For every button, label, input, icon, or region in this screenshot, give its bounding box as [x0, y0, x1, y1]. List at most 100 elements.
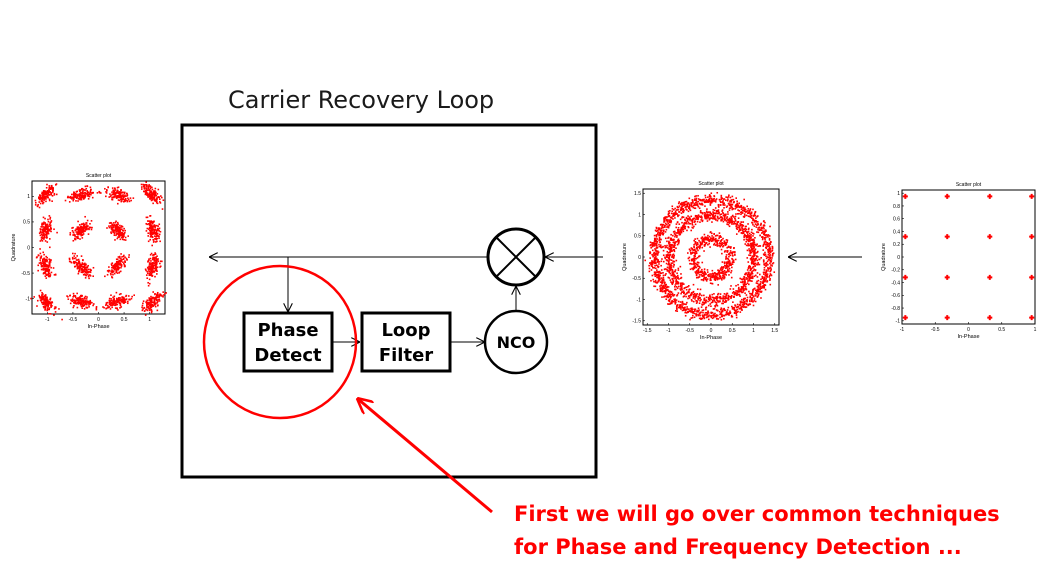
scatter-point	[145, 230, 148, 232]
scatter-point	[679, 288, 682, 290]
scatter-point	[43, 197, 46, 200]
scatter-point	[750, 211, 753, 214]
scatter-point	[87, 195, 90, 197]
scatter-point	[147, 186, 150, 188]
scatter-point	[159, 230, 162, 233]
scatter-point	[690, 203, 693, 206]
scatter-point	[691, 267, 693, 270]
scatter-point	[72, 231, 75, 234]
scatter-point	[118, 227, 121, 230]
scatter-point	[84, 215, 86, 218]
scatter-point	[151, 236, 154, 238]
scatter-point	[126, 200, 129, 203]
scatter-point	[106, 273, 109, 276]
scatter-point	[156, 273, 158, 275]
scatter-point	[763, 271, 765, 274]
scatter-point	[46, 308, 49, 311]
scatter-point	[735, 284, 737, 287]
scatter-point	[119, 234, 122, 236]
scatter-point	[112, 301, 115, 304]
scatter-point	[88, 274, 90, 276]
diagram-title: Carrier Recovery Loop	[228, 86, 494, 114]
scatter-point	[160, 195, 162, 197]
scatter-point	[156, 227, 159, 230]
scatter-point	[124, 261, 126, 263]
scatter-point	[677, 231, 679, 234]
scatter-point	[146, 306, 149, 309]
scatter-point	[745, 214, 748, 217]
scatter-point	[128, 254, 130, 256]
scatter-point	[743, 208, 746, 211]
scatter-point	[660, 289, 662, 292]
scatter-point	[648, 264, 650, 267]
scatter-point	[657, 266, 659, 269]
scatter-point	[72, 306, 75, 309]
scatter-point	[660, 272, 663, 274]
scatter-point	[42, 305, 45, 308]
scatter-point	[673, 241, 675, 243]
scatter-point	[728, 220, 731, 223]
scatter-point	[765, 247, 768, 249]
scatter-point	[75, 228, 77, 230]
scatter-point	[751, 244, 754, 247]
scatter-point	[47, 305, 49, 308]
scatter-point	[711, 269, 714, 272]
scatter-point	[115, 258, 118, 261]
scatter-point	[155, 269, 158, 272]
scatter-point	[81, 265, 84, 268]
scatter-point	[666, 240, 668, 243]
scatter-point	[675, 247, 677, 250]
scatter-point	[672, 218, 674, 220]
scatter-point	[729, 310, 731, 313]
scatter-point	[661, 296, 663, 298]
scatter-point	[680, 230, 682, 233]
scatter-point	[758, 293, 760, 295]
scatter-point	[155, 265, 157, 267]
scatter-point	[39, 228, 42, 231]
scatter-point	[667, 276, 670, 279]
scatter-point	[680, 308, 682, 310]
scatter-point	[739, 224, 742, 227]
scatter-point	[749, 279, 752, 282]
scatter-point	[668, 262, 670, 264]
scatter-point	[753, 249, 755, 252]
scatter-point	[117, 309, 119, 311]
scatter-point	[119, 238, 122, 241]
scatter-point	[722, 245, 724, 248]
scatter-point	[40, 255, 42, 258]
scatter-point	[145, 181, 148, 184]
scatter-point	[677, 267, 680, 270]
scatter-point	[104, 275, 106, 278]
scatter-point	[735, 223, 738, 226]
scatter-point	[658, 263, 660, 265]
scatter-point	[680, 226, 683, 229]
scatter-point	[117, 194, 120, 197]
scatter-point	[109, 225, 112, 227]
scatter-point	[764, 251, 766, 254]
scatter-point	[709, 231, 712, 233]
scatter-point	[112, 190, 115, 192]
scatter-point	[681, 309, 684, 312]
scatter-point	[42, 226, 45, 228]
scatter-point	[728, 217, 731, 220]
scatter-point	[49, 313, 52, 315]
scatter-point	[116, 303, 119, 306]
scatter-point	[39, 231, 42, 234]
scatter-point	[714, 212, 717, 215]
scatter-point	[114, 239, 116, 241]
scatter-point	[690, 259, 693, 262]
scatter-point	[736, 213, 739, 215]
scatter-point	[699, 288, 702, 291]
scatter-point	[748, 248, 750, 250]
scatter-point	[754, 217, 757, 219]
scatter-point	[766, 260, 769, 263]
scatter-point	[664, 231, 667, 233]
scatter-point	[77, 220, 79, 223]
scatter-point	[693, 316, 696, 319]
scatter-point	[721, 315, 724, 318]
scatter-point	[43, 262, 45, 265]
scatter-point	[724, 271, 726, 274]
scatter-point	[48, 229, 51, 231]
scatter-point	[694, 195, 696, 198]
scatter-point	[712, 212, 715, 215]
